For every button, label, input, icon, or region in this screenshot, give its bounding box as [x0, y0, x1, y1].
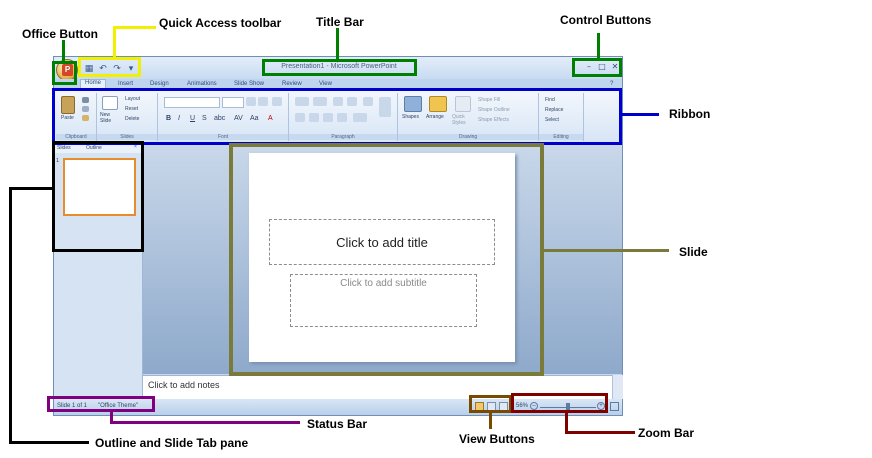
outline-connector-v [9, 187, 12, 443]
title-bar-annotation-box [262, 59, 417, 76]
outline-pane-annotation-box [52, 141, 144, 252]
tab-design[interactable]: Design [150, 81, 169, 87]
title-bar-connector [336, 28, 339, 60]
tab-review[interactable]: Review [282, 81, 302, 87]
office-button-connector [62, 40, 65, 62]
label-slide: Slide [679, 245, 708, 259]
quick-access-connector-h [113, 26, 156, 29]
tab-view[interactable]: View [319, 81, 332, 87]
label-control-buttons: Control Buttons [560, 13, 652, 27]
view-buttons-annotation-box [469, 395, 512, 413]
view-buttons-connector [489, 412, 492, 429]
zoom-connector-v [565, 412, 568, 433]
control-buttons-annotation-box [572, 58, 622, 77]
zoom-connector-h [565, 431, 635, 434]
zoom-bar-annotation-box [511, 393, 608, 413]
label-zoom-bar: Zoom Bar [638, 426, 695, 440]
status-bar-annotation-box [47, 396, 155, 412]
vertical-scrollbar[interactable] [612, 375, 623, 399]
quick-access-annotation-box [78, 57, 141, 77]
tab-animations[interactable]: Animations [187, 81, 217, 87]
ribbon-connector [621, 113, 659, 116]
label-ribbon: Ribbon [669, 107, 711, 121]
label-status-bar: Status Bar [307, 417, 368, 431]
control-buttons-connector [597, 33, 600, 59]
slide-connector [543, 249, 669, 252]
status-connector-h [110, 421, 300, 424]
tab-insert[interactable]: Insert [118, 81, 133, 87]
office-button-annotation-box [52, 61, 77, 85]
ribbon-annotation-box [52, 88, 622, 145]
help-icon[interactable]: ? [610, 81, 613, 87]
quick-access-connector-v [113, 26, 116, 58]
label-quick-access: Quick Access toolbar [159, 16, 282, 30]
label-view-buttons: View Buttons [459, 432, 535, 446]
fit-to-window-icon[interactable] [610, 402, 619, 411]
label-title-bar: Title Bar [316, 15, 364, 29]
label-outline-pane: Outline and Slide Tab pane [95, 436, 249, 450]
label-office-button: Office Button [22, 27, 98, 41]
slide-annotation-box [229, 143, 544, 376]
tab-slide-show[interactable]: Slide Show [234, 81, 264, 87]
outline-connector-top [9, 187, 53, 190]
outline-connector-bottom [9, 441, 89, 444]
